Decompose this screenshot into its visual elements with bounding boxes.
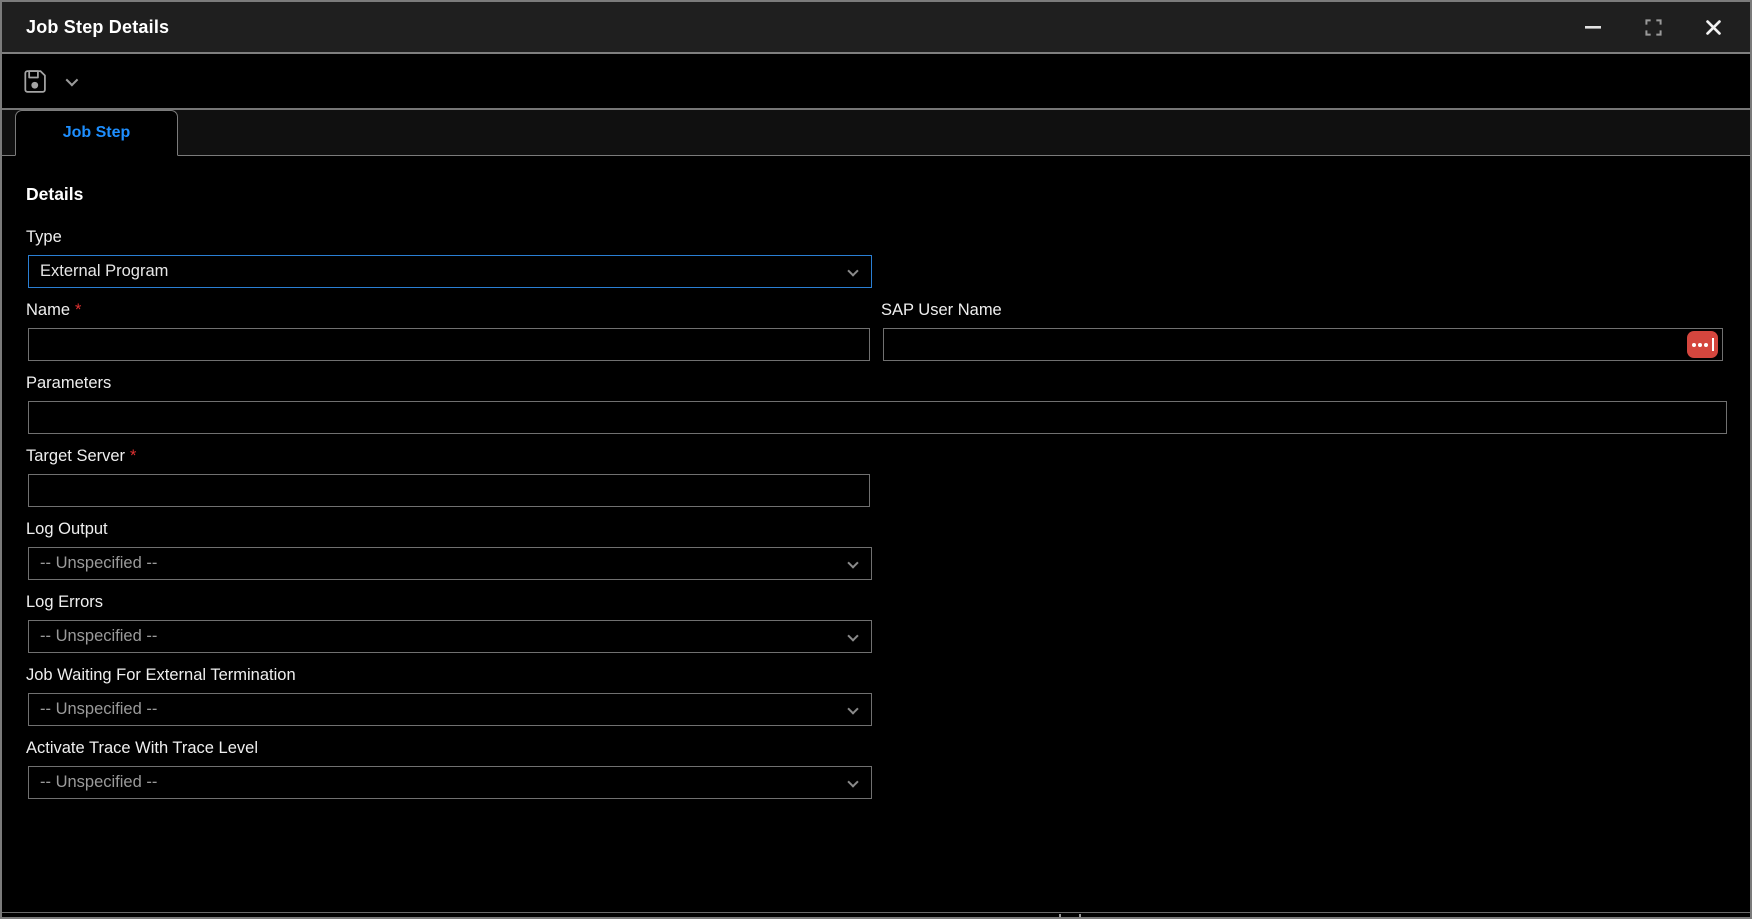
- window-title: Job Step Details: [26, 17, 169, 38]
- toolbar: [2, 54, 1750, 110]
- tab-job-step[interactable]: Job Step: [15, 110, 178, 156]
- save-button[interactable]: [18, 64, 52, 98]
- tabstrip: Job Step: [2, 110, 1750, 156]
- job-step-details-window: Job Step Details: [0, 0, 1752, 919]
- sap-user-name-input[interactable]: [883, 328, 1723, 361]
- chevron-down-icon: [847, 630, 858, 641]
- save-icon: [21, 67, 49, 95]
- field-job-waiting: Job Waiting For External Termination -- …: [28, 664, 1723, 726]
- minimize-button[interactable]: [1578, 12, 1608, 42]
- scrollbar-tick: [1059, 914, 1061, 917]
- chevron-down-icon: [847, 703, 858, 714]
- field-sap-user-name: SAP User Name: [883, 299, 1723, 361]
- scrollbar-tick: [1079, 914, 1081, 917]
- required-asterisk: *: [130, 447, 136, 465]
- sap-user-name-wrap: [883, 328, 1723, 361]
- field-name: Name *: [28, 299, 870, 361]
- job-waiting-select-value: -- Unspecified --: [40, 700, 157, 719]
- activate-trace-select-value: -- Unspecified --: [40, 773, 157, 792]
- tab-label: Job Step: [63, 124, 131, 142]
- titlebar: Job Step Details: [2, 2, 1750, 54]
- name-input[interactable]: [28, 328, 870, 361]
- parameters-input[interactable]: [28, 401, 1727, 434]
- parameters-label: Parameters: [26, 372, 1723, 394]
- log-output-select-value: -- Unspecified --: [40, 554, 157, 573]
- window-controls: [1578, 12, 1728, 42]
- target-server-label: Target Server *: [26, 445, 1723, 467]
- close-icon: [1704, 18, 1723, 37]
- field-activate-trace: Activate Trace With Trace Level -- Unspe…: [28, 737, 1723, 799]
- activate-trace-select[interactable]: -- Unspecified --: [28, 766, 872, 799]
- chevron-down-icon: [65, 73, 78, 86]
- target-server-label-text: Target Server: [26, 447, 125, 465]
- type-select[interactable]: External Program: [28, 255, 872, 288]
- chevron-down-icon: [847, 776, 858, 787]
- type-label: Type: [26, 226, 1723, 248]
- log-errors-label: Log Errors: [26, 591, 1723, 613]
- field-target-server: Target Server *: [28, 445, 1723, 507]
- type-select-value: External Program: [40, 262, 168, 281]
- log-errors-select-value: -- Unspecified --: [40, 627, 157, 646]
- ellipsis-picker-icon: [1692, 338, 1714, 351]
- close-button[interactable]: [1698, 12, 1728, 42]
- job-step-form: Details Type External Program Name * SAP …: [2, 156, 1750, 915]
- name-label: Name *: [26, 299, 870, 321]
- log-output-label: Log Output: [26, 518, 1723, 540]
- field-log-errors: Log Errors -- Unspecified --: [28, 591, 1723, 653]
- minimize-icon: [1583, 17, 1603, 37]
- name-label-text: Name: [26, 301, 70, 319]
- field-log-output: Log Output -- Unspecified --: [28, 518, 1723, 580]
- section-title-details: Details: [26, 183, 1723, 205]
- sap-user-name-label: SAP User Name: [881, 299, 1723, 321]
- required-asterisk: *: [75, 301, 81, 319]
- activate-trace-label: Activate Trace With Trace Level: [26, 737, 1723, 759]
- chevron-down-icon: [847, 557, 858, 568]
- field-row-name-sap: Name * SAP User Name: [28, 299, 1723, 361]
- chevron-down-icon: [847, 265, 858, 276]
- maximize-button[interactable]: [1638, 12, 1668, 42]
- target-server-input[interactable]: [28, 474, 870, 507]
- horizontal-scrollbar-track[interactable]: [2, 912, 1750, 917]
- save-dropdown-button[interactable]: [58, 69, 82, 93]
- job-waiting-select[interactable]: -- Unspecified --: [28, 693, 872, 726]
- sap-user-name-picker-button[interactable]: [1687, 331, 1718, 358]
- maximize-icon: [1645, 19, 1662, 36]
- log-errors-select[interactable]: -- Unspecified --: [28, 620, 872, 653]
- job-waiting-label: Job Waiting For External Termination: [26, 664, 1723, 686]
- log-output-select[interactable]: -- Unspecified --: [28, 547, 872, 580]
- field-parameters: Parameters: [28, 372, 1723, 434]
- field-type: Type External Program: [28, 226, 1723, 288]
